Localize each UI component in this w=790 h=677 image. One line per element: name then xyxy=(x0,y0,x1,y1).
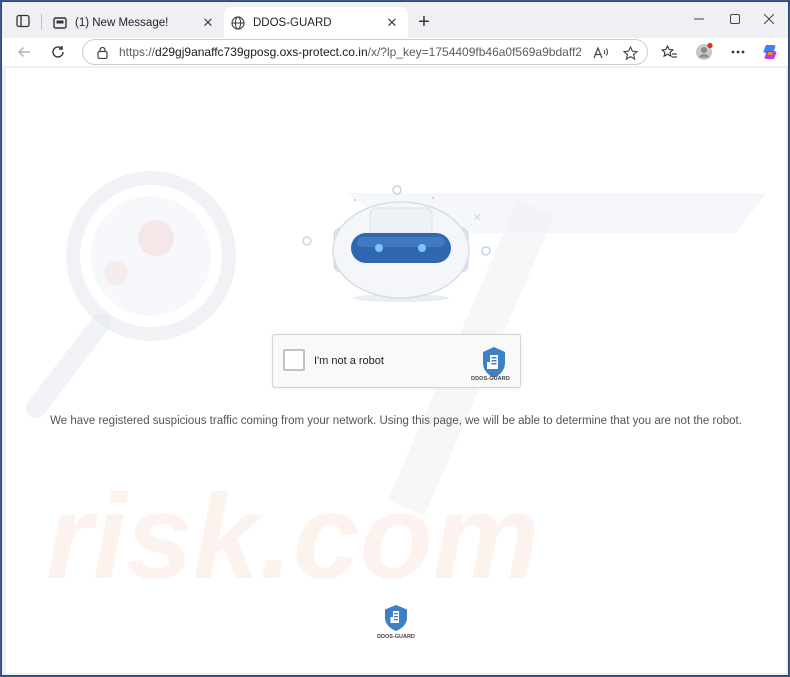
tab-new-message[interactable]: (1) New Message! ✕ xyxy=(46,7,224,38)
maximize-icon xyxy=(730,14,740,24)
ellipsis-icon xyxy=(731,50,745,54)
browser-window: (1) New Message! ✕ DDOS-GUARD ✕ + https:… xyxy=(1,1,789,676)
copilot-button[interactable] xyxy=(759,41,781,63)
footer-brand: DDOS-GUARD xyxy=(377,634,415,640)
minimize-button[interactable] xyxy=(684,8,714,30)
captcha-brand: DDOS-GUARD xyxy=(471,376,510,382)
site-info-lock-icon[interactable] xyxy=(95,45,109,59)
captcha-label: I'm not a robot xyxy=(314,355,384,367)
close-icon xyxy=(764,14,774,24)
favorites-list-icon xyxy=(660,44,677,58)
minimize-icon xyxy=(694,18,704,20)
maximize-button[interactable] xyxy=(720,8,750,30)
url-host: d29gj9anaffc739gposg.oxs-protect.co.in xyxy=(155,45,368,59)
tab-strip: (1) New Message! ✕ DDOS-GUARD ✕ + xyxy=(2,2,788,38)
robot-illustration: ✕ xyxy=(302,185,491,302)
tab-actions-icon xyxy=(16,14,30,28)
address-bar[interactable]: https://d29gj9anaffc739gposg.oxs-protect… xyxy=(82,39,648,65)
browser-toolbar: https://d29gj9anaffc739gposg.oxs-protect… xyxy=(2,38,788,66)
read-aloud-icon[interactable] xyxy=(592,44,610,62)
tab-close-button[interactable]: ✕ xyxy=(384,15,400,31)
url-prefix: https:// xyxy=(119,45,156,59)
back-button[interactable] xyxy=(12,40,36,64)
new-tab-button[interactable]: + xyxy=(412,10,436,34)
tab-title: (1) New Message! xyxy=(75,16,169,29)
more-options-button[interactable] xyxy=(727,41,749,63)
svg-text:✕: ✕ xyxy=(473,213,481,224)
close-window-button[interactable] xyxy=(754,8,784,30)
tab-separator xyxy=(41,14,42,30)
envelope-icon xyxy=(52,15,68,31)
back-arrow-icon xyxy=(18,47,30,57)
globe-icon xyxy=(230,15,246,31)
tab-ddos-guard[interactable]: DDOS-GUARD ✕ xyxy=(224,7,408,38)
refresh-icon xyxy=(52,46,64,58)
captcha-checkbox[interactable] xyxy=(283,349,305,371)
tab-title: DDOS-GUARD xyxy=(253,16,332,29)
profile-button[interactable] xyxy=(693,41,715,63)
captcha-widget: I'm not a robot DDOS-GUARD xyxy=(272,334,521,388)
tab-close-button[interactable]: ✕ xyxy=(200,15,216,31)
footer-shield-icon xyxy=(385,605,407,631)
svg-text:risk.com: risk.com xyxy=(46,470,540,604)
plus-icon: + xyxy=(418,10,430,33)
avatar-icon xyxy=(696,42,713,60)
copilot-icon xyxy=(763,45,777,59)
page-content: risk.com ✕ I'm not a robot DDOS-GUARD We… xyxy=(6,68,786,673)
verification-message: We have registered suspicious traffic co… xyxy=(50,415,742,427)
refresh-button[interactable] xyxy=(46,40,70,64)
favorite-star-icon[interactable] xyxy=(621,44,639,62)
url-path: /x/?lp_key=1754409fb46a0f569a9bdaff25e26… xyxy=(367,45,581,59)
url-text[interactable]: https://d29gj9anaffc739gposg.oxs-protect… xyxy=(119,45,581,59)
tab-actions-button[interactable] xyxy=(10,9,36,33)
favorites-button[interactable] xyxy=(658,41,680,63)
